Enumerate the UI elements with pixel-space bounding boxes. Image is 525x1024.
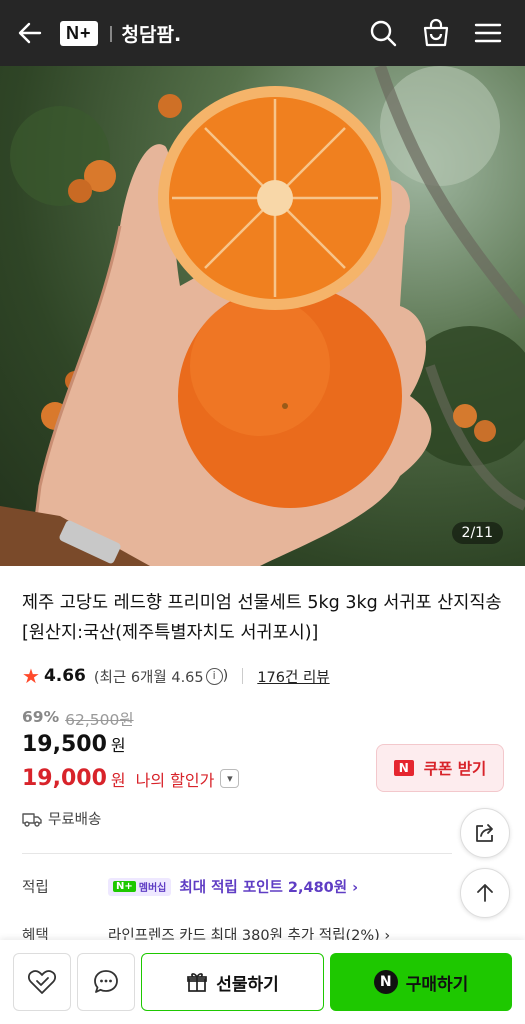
discount-row: 69% 62,500원 xyxy=(22,708,134,730)
naver-plus-logo: N+ xyxy=(60,21,98,46)
info-icon[interactable]: i xyxy=(205,667,223,685)
search-icon[interactable] xyxy=(367,17,399,49)
shopping-bag-icon[interactable] xyxy=(420,17,452,49)
coupon-label: 쿠폰 받기 xyxy=(423,760,487,778)
buy-label: 구매하기 xyxy=(405,974,469,995)
product-photo xyxy=(0,66,525,566)
naver-plus-badge: N+ xyxy=(113,881,136,892)
arrow-up-icon xyxy=(477,884,493,902)
menu-icon[interactable] xyxy=(472,17,504,49)
heart-check-icon xyxy=(28,970,56,994)
share-icon xyxy=(476,824,493,842)
naver-n-icon: N xyxy=(393,760,414,776)
shipping-label: 무료배송 xyxy=(48,812,102,828)
logo-divider xyxy=(109,25,112,42)
membership-badge-text: 멤버십 xyxy=(138,883,167,894)
sale-price-value: 19,500 xyxy=(22,732,107,757)
points-label: 적립 xyxy=(22,880,49,896)
original-price: 62,500원 xyxy=(65,711,134,729)
naver-pay-icon: N xyxy=(373,970,398,994)
back-arrow-icon[interactable] xyxy=(16,19,44,47)
shipping-info: 무료배송 xyxy=(22,808,101,829)
separator xyxy=(242,668,244,684)
coupon-button[interactable]: N 쿠폰 받기 xyxy=(376,744,504,792)
product-title: 제주 고당도 레드향 프리미엄 선물세트 5kg 3kg 서귀포 산지직송 [원… xyxy=(22,593,502,643)
gift-icon xyxy=(187,973,208,992)
wishlist-button[interactable] xyxy=(13,953,71,1011)
my-price-unit: 원 xyxy=(110,770,126,790)
product-image[interactable]: 2/11 xyxy=(0,66,525,566)
sale-price-unit: 원 xyxy=(110,736,126,755)
my-price-value: 19,000 xyxy=(22,766,107,791)
membership-badge: N+ 멤버십 xyxy=(108,877,172,896)
talk-button[interactable] xyxy=(77,953,135,1011)
bottom-action-bar: 선물하기 N 구매하기 xyxy=(0,940,525,1024)
share-button[interactable] xyxy=(460,808,510,858)
chevron-down-icon[interactable]: ▾ xyxy=(220,769,240,788)
store-name: 청담팜. xyxy=(121,24,182,46)
recent-rating: (최근 6개월 4.65 xyxy=(93,669,204,686)
points-row[interactable]: 적립 N+ 멤버십 최대 적립 포인트 2,480원 › xyxy=(22,876,358,897)
review-count-link[interactable]: 176건 리뷰 xyxy=(257,666,329,687)
rating-row: ★ 4.66 (최근 6개월 4.65 i) 176건 리뷰 xyxy=(22,664,330,688)
gift-label: 선물하기 xyxy=(216,974,279,995)
my-discount-price[interactable]: 19,000 원 나의 할인가 ▾ xyxy=(22,766,240,791)
store-logo[interactable]: N+ 청담팜. xyxy=(60,21,181,46)
sale-price: 19,500 원 xyxy=(22,732,126,757)
image-counter: 2/11 xyxy=(451,522,503,544)
my-price-label: 나의 할인가 xyxy=(135,770,215,790)
top-header: N+ 청담팜. xyxy=(0,0,525,66)
section-divider xyxy=(22,853,452,854)
buy-button[interactable]: N 구매하기 xyxy=(330,953,512,1011)
scroll-top-button[interactable] xyxy=(460,868,510,918)
rating-value: 4.66 xyxy=(43,666,86,686)
max-points-text: 최대 적립 포인트 2,480원 › xyxy=(179,880,359,896)
discount-rate: 69% xyxy=(22,708,60,726)
star-icon: ★ xyxy=(22,664,40,688)
gift-button[interactable]: 선물하기 xyxy=(141,953,324,1011)
truck-icon xyxy=(22,812,42,827)
chat-icon xyxy=(94,970,118,993)
